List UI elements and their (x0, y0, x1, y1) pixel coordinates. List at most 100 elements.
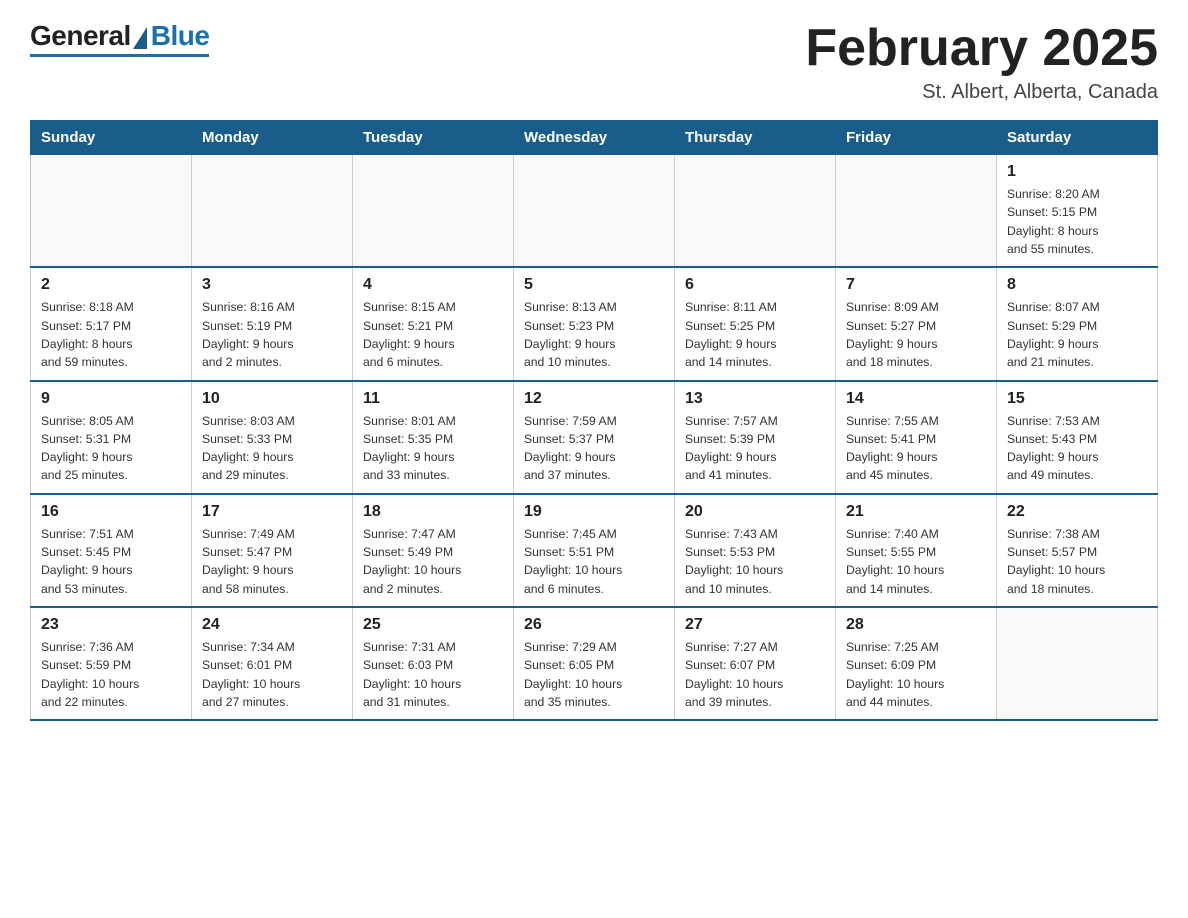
day-cell: 24 Sunrise: 7:34 AM Sunset: 6:01 PM Dayli… (192, 607, 353, 720)
calendar-table: SundayMondayTuesdayWednesdayThursdayFrid… (30, 120, 1158, 721)
day-cell (353, 155, 514, 268)
day-number: 3 (202, 276, 342, 294)
day-cell (997, 607, 1158, 720)
day-cell: 1 Sunrise: 8:20 AM Sunset: 5:15 PM Daylig… (997, 155, 1158, 268)
day-info: Sunrise: 8:03 AM Sunset: 5:33 PM Dayligh… (202, 412, 342, 485)
day-number: 6 (685, 276, 825, 294)
week-row-3: 9Sunrise: 8:05 AM Sunset: 5:31 PM Daylig… (31, 381, 1158, 494)
week-row-5: 23 Sunrise: 7:36 AM Sunset: 5:59 PM Dayli… (31, 607, 1158, 720)
day-cell: 21Sunrise: 7:40 AM Sunset: 5:55 PM Dayli… (836, 494, 997, 607)
day-cell: 6 Sunrise: 8:11 AM Sunset: 5:25 PM Daylig… (675, 267, 836, 380)
day-cell: 27Sunrise: 7:27 AM Sunset: 6:07 PM Dayli… (675, 607, 836, 720)
day-info: Sunrise: 7:25 AM Sunset: 6:09 PM Dayligh… (846, 638, 986, 711)
location-text: St. Albert, Alberta, Canada (805, 81, 1158, 104)
day-number: 18 (363, 503, 503, 521)
day-number: 4 (363, 276, 503, 294)
day-number: 22 (1007, 503, 1147, 521)
day-info: Sunrise: 7:59 AM Sunset: 5:37 PM Dayligh… (524, 412, 664, 485)
day-cell: 2Sunrise: 8:18 AM Sunset: 5:17 PM Daylig… (31, 267, 192, 380)
day-info: Sunrise: 8:01 AM Sunset: 5:35 PM Dayligh… (363, 412, 503, 485)
day-info: Sunrise: 8:09 AM Sunset: 5:27 PM Dayligh… (846, 298, 986, 371)
day-number: 2 (41, 276, 181, 294)
header-cell-tuesday: Tuesday (353, 121, 514, 155)
day-number: 24 (202, 616, 342, 634)
week-row-2: 2Sunrise: 8:18 AM Sunset: 5:17 PM Daylig… (31, 267, 1158, 380)
day-cell: 23 Sunrise: 7:36 AM Sunset: 5:59 PM Dayli… (31, 607, 192, 720)
day-info: Sunrise: 7:29 AM Sunset: 6:05 PM Dayligh… (524, 638, 664, 711)
day-info: Sunrise: 8:16 AM Sunset: 5:19 PM Dayligh… (202, 298, 342, 371)
day-info: Sunrise: 7:57 AM Sunset: 5:39 PM Dayligh… (685, 412, 825, 485)
day-number: 21 (846, 503, 986, 521)
logo-underline (30, 54, 209, 57)
day-number: 27 (685, 616, 825, 634)
day-number: 23 (41, 616, 181, 634)
day-info: Sunrise: 7:38 AM Sunset: 5:57 PM Dayligh… (1007, 525, 1147, 598)
day-number: 26 (524, 616, 664, 634)
day-info: Sunrise: 7:49 AM Sunset: 5:47 PM Dayligh… (202, 525, 342, 598)
day-info: Sunrise: 8:20 AM Sunset: 5:15 PM Dayligh… (1007, 185, 1147, 258)
day-number: 1 (1007, 163, 1147, 181)
day-cell (675, 155, 836, 268)
logo-triangle-icon (133, 27, 147, 49)
calendar-body: 1 Sunrise: 8:20 AM Sunset: 5:15 PM Daylig… (31, 155, 1158, 720)
day-number: 28 (846, 616, 986, 634)
day-number: 25 (363, 616, 503, 634)
day-cell: 13 Sunrise: 7:57 AM Sunset: 5:39 PM Dayli… (675, 381, 836, 494)
day-info: Sunrise: 7:31 AM Sunset: 6:03 PM Dayligh… (363, 638, 503, 711)
day-cell: 18 Sunrise: 7:47 AM Sunset: 5:49 PM Dayli… (353, 494, 514, 607)
day-cell: 5 Sunrise: 8:13 AM Sunset: 5:23 PM Daylig… (514, 267, 675, 380)
day-number: 9 (41, 390, 181, 408)
day-cell (836, 155, 997, 268)
day-cell: 17 Sunrise: 7:49 AM Sunset: 5:47 PM Dayli… (192, 494, 353, 607)
header-cell-wednesday: Wednesday (514, 121, 675, 155)
day-cell (31, 155, 192, 268)
day-info: Sunrise: 7:34 AM Sunset: 6:01 PM Dayligh… (202, 638, 342, 711)
day-number: 14 (846, 390, 986, 408)
day-number: 7 (846, 276, 986, 294)
day-cell: 22 Sunrise: 7:38 AM Sunset: 5:57 PM Dayli… (997, 494, 1158, 607)
day-number: 16 (41, 503, 181, 521)
day-cell (192, 155, 353, 268)
day-cell: 7 Sunrise: 8:09 AM Sunset: 5:27 PM Daylig… (836, 267, 997, 380)
day-info: Sunrise: 8:13 AM Sunset: 5:23 PM Dayligh… (524, 298, 664, 371)
header-cell-saturday: Saturday (997, 121, 1158, 155)
day-info: Sunrise: 7:47 AM Sunset: 5:49 PM Dayligh… (363, 525, 503, 598)
day-cell: 19Sunrise: 7:45 AM Sunset: 5:51 PM Dayli… (514, 494, 675, 607)
day-cell: 3 Sunrise: 8:16 AM Sunset: 5:19 PM Daylig… (192, 267, 353, 380)
day-number: 13 (685, 390, 825, 408)
calendar-header: SundayMondayTuesdayWednesdayThursdayFrid… (31, 121, 1158, 155)
logo: General Blue (30, 20, 209, 57)
month-title: February 2025 (805, 20, 1158, 77)
day-cell: 16 Sunrise: 7:51 AM Sunset: 5:45 PM Dayli… (31, 494, 192, 607)
day-info: Sunrise: 8:11 AM Sunset: 5:25 PM Dayligh… (685, 298, 825, 371)
logo-blue-text: Blue (151, 20, 210, 52)
header-cell-monday: Monday (192, 121, 353, 155)
logo-general-text: General (30, 20, 131, 52)
header-cell-friday: Friday (836, 121, 997, 155)
day-info: Sunrise: 8:07 AM Sunset: 5:29 PM Dayligh… (1007, 298, 1147, 371)
page-header: General Blue February 2025 St. Albert, A… (30, 20, 1158, 104)
day-cell: 14Sunrise: 7:55 AM Sunset: 5:41 PM Dayli… (836, 381, 997, 494)
day-cell: 25 Sunrise: 7:31 AM Sunset: 6:03 PM Dayli… (353, 607, 514, 720)
day-cell: 11 Sunrise: 8:01 AM Sunset: 5:35 PM Dayli… (353, 381, 514, 494)
day-info: Sunrise: 7:51 AM Sunset: 5:45 PM Dayligh… (41, 525, 181, 598)
day-cell: 28 Sunrise: 7:25 AM Sunset: 6:09 PM Dayli… (836, 607, 997, 720)
day-info: Sunrise: 7:53 AM Sunset: 5:43 PM Dayligh… (1007, 412, 1147, 485)
day-info: Sunrise: 7:43 AM Sunset: 5:53 PM Dayligh… (685, 525, 825, 598)
day-cell: 9Sunrise: 8:05 AM Sunset: 5:31 PM Daylig… (31, 381, 192, 494)
day-number: 10 (202, 390, 342, 408)
week-row-1: 1 Sunrise: 8:20 AM Sunset: 5:15 PM Daylig… (31, 155, 1158, 268)
day-number: 17 (202, 503, 342, 521)
day-info: Sunrise: 7:36 AM Sunset: 5:59 PM Dayligh… (41, 638, 181, 711)
day-number: 15 (1007, 390, 1147, 408)
day-cell: 26 Sunrise: 7:29 AM Sunset: 6:05 PM Dayli… (514, 607, 675, 720)
day-cell: 12Sunrise: 7:59 AM Sunset: 5:37 PM Dayli… (514, 381, 675, 494)
day-number: 5 (524, 276, 664, 294)
day-info: Sunrise: 8:15 AM Sunset: 5:21 PM Dayligh… (363, 298, 503, 371)
day-number: 20 (685, 503, 825, 521)
day-number: 11 (363, 390, 503, 408)
header-row: SundayMondayTuesdayWednesdayThursdayFrid… (31, 121, 1158, 155)
week-row-4: 16 Sunrise: 7:51 AM Sunset: 5:45 PM Dayli… (31, 494, 1158, 607)
day-number: 19 (524, 503, 664, 521)
header-cell-thursday: Thursday (675, 121, 836, 155)
